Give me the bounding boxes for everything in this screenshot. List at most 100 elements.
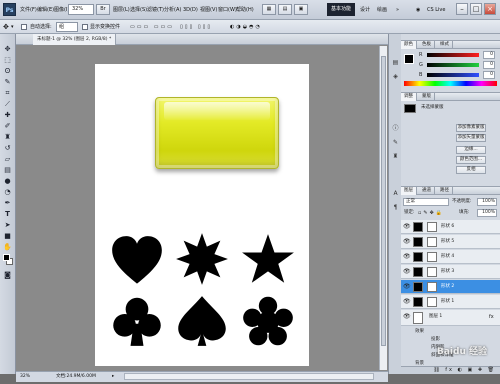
show-transform-checkbox[interactable] [82, 24, 88, 30]
tab-paths[interactable]: 路径 [437, 187, 453, 195]
vertical-scroll-thumb[interactable] [381, 56, 386, 346]
quick-select-tool-icon[interactable]: ✎ [2, 77, 13, 87]
menu-help[interactable]: 帮助(H) [236, 5, 254, 15]
tab-layers[interactable]: 图层 [401, 187, 417, 195]
workspace-design-link[interactable]: 设计 [360, 5, 370, 15]
auto-select-dropdown[interactable]: 组 [56, 22, 78, 32]
tab-swatches[interactable]: 色板 [419, 41, 435, 49]
layer-row-selected[interactable]: 👁 形状 2 [401, 280, 500, 294]
eye-icon[interactable]: 👁 [403, 283, 411, 290]
tool-preset-arrow-icon[interactable]: ▾ [11, 23, 14, 31]
3d-mode-buttons-icon[interactable]: ◐◑◒◓◔ [230, 23, 262, 31]
align-buttons-icon[interactable]: ▭▭▭ ▭▭▭ [130, 23, 174, 31]
menu-layer[interactable]: 图层(L) [113, 5, 130, 15]
menu-3d[interactable]: 3D(D) [183, 5, 198, 15]
layer-row[interactable]: 👁 形状 1 [401, 295, 500, 309]
hand-tool-icon[interactable]: ✋ [2, 242, 13, 252]
marquee-tool-icon[interactable]: ⬚ [2, 55, 13, 65]
menu-analysis[interactable]: 分析(A) [164, 5, 181, 15]
mask-edge-button[interactable]: 边缘... [456, 146, 486, 154]
pen-tool-icon[interactable]: ✒ [2, 198, 13, 208]
history-brush-tool-icon[interactable]: ↺ [2, 143, 13, 153]
color-spectrum-bar[interactable] [404, 81, 497, 86]
paragraph-panel-icon[interactable]: ¶ [391, 203, 400, 212]
menu-filter[interactable]: 滤镜(T) [147, 5, 164, 15]
brushes-panel-icon[interactable]: ✎ [391, 138, 400, 147]
tab-styles[interactable]: 样式 [437, 41, 453, 49]
blue-value-field[interactable]: 0 [483, 71, 495, 79]
layer-row[interactable]: 👁 形状 6 [401, 220, 500, 234]
lasso-tool-icon[interactable]: ʘ [2, 66, 13, 76]
eye-icon[interactable]: 👁 [403, 298, 411, 305]
eye-icon[interactable]: 👁 [403, 238, 411, 245]
workspace-painting-link[interactable]: 绘画 [377, 5, 387, 15]
info-panel-icon[interactable]: ⓘ [391, 124, 400, 133]
view-extras-icon[interactable]: ▦ [262, 4, 276, 15]
clone-stamp-tool-icon[interactable]: ♜ [2, 132, 13, 142]
zoom-level-field[interactable]: 32% [68, 4, 94, 15]
bridge-icon[interactable]: Br [96, 4, 110, 15]
workspace-essentials-button[interactable]: 基本功能 [327, 3, 355, 16]
menu-window[interactable]: 窗口(W) [218, 5, 237, 15]
green-slider[interactable] [427, 63, 479, 67]
menu-file[interactable]: 文件(F) [20, 5, 37, 15]
blend-mode-dropdown[interactable]: 正常 [403, 198, 449, 206]
move-tool-icon[interactable]: ✥ [3, 23, 9, 31]
eyedropper-tool-icon[interactable]: ⟋ [2, 99, 13, 109]
menu-edit[interactable]: 编辑(E) [37, 5, 54, 15]
eye-icon[interactable]: 👁 [403, 313, 411, 320]
navigator-panel-icon[interactable]: ◈ [391, 72, 400, 81]
layer-fx-icon[interactable]: fx [489, 313, 494, 321]
tab-channels[interactable]: 通道 [419, 187, 435, 195]
blur-tool-icon[interactable]: ● [2, 176, 13, 186]
foreground-color-swatch[interactable] [3, 254, 10, 261]
add-vector-mask-button[interactable]: 添加矢量蒙版 [456, 134, 486, 142]
close-button[interactable]: × [484, 3, 496, 15]
brush-tool-icon[interactable]: ✐ [2, 121, 13, 131]
healing-tool-icon[interactable]: ✚ [2, 110, 13, 120]
green-value-field[interactable]: 0 [483, 61, 495, 69]
invert-button[interactable]: 反相 [456, 166, 486, 174]
tab-masks[interactable]: 蒙版 [419, 93, 435, 101]
crop-tool-icon[interactable]: ⌗ [2, 88, 13, 98]
vertical-scrollbar[interactable] [379, 46, 387, 370]
screen-mode-icon[interactable]: ▣ [294, 4, 308, 15]
gradient-tool-icon[interactable]: ▤ [2, 165, 13, 175]
cs-live-label[interactable]: CS Live [427, 5, 445, 15]
auto-select-checkbox[interactable] [21, 24, 27, 30]
tab-adjustments[interactable]: 调整 [401, 93, 417, 101]
effect-drop-shadow[interactable]: 投影 [431, 336, 440, 343]
color-panel-foreground-swatch[interactable] [404, 54, 414, 64]
distribute-buttons-icon[interactable]: ▯▯▯ ▯▯▯ [180, 23, 212, 31]
status-zoom[interactable]: 32% [20, 373, 30, 381]
horizontal-scrollbar[interactable] [124, 373, 374, 380]
status-arrow-icon[interactable]: ▸ [112, 373, 114, 381]
clone-source-panel-icon[interactable]: ♜ [391, 152, 400, 161]
canvas[interactable] [95, 64, 309, 366]
history-panel-icon[interactable]: ▤ [391, 58, 400, 67]
eye-icon[interactable]: 👁 [403, 253, 411, 260]
tab-color[interactable]: 颜色 [401, 41, 417, 49]
layers-panel-footer-icons[interactable]: ⛓ fx ◐ ▣ ✚ 🗑 [401, 366, 500, 374]
eye-icon[interactable]: 👁 [403, 268, 411, 275]
lock-options-icon[interactable]: ▫✎✥🔒 [418, 209, 444, 217]
red-value-field[interactable]: 0 [483, 51, 495, 59]
fill-field[interactable]: 100% [477, 209, 497, 217]
workspace-more-icon[interactable]: » [396, 5, 399, 15]
type-tool-icon[interactable]: T [2, 209, 13, 219]
minimize-button[interactable]: – [456, 3, 468, 15]
move-tool-icon[interactable]: ✥ [2, 44, 13, 54]
color-range-button[interactable]: 颜色范围... [456, 156, 486, 164]
menu-select[interactable]: 选择(S) [130, 5, 147, 15]
quick-mask-icon[interactable]: ◙ [2, 270, 13, 280]
arrange-documents-icon[interactable]: ▤ [278, 4, 292, 15]
character-panel-icon[interactable]: A [391, 189, 400, 198]
dodge-tool-icon[interactable]: ◔ [2, 187, 13, 197]
red-slider[interactable] [427, 53, 479, 57]
opacity-field[interactable]: 100% [477, 198, 497, 206]
path-select-tool-icon[interactable]: ➤ [2, 220, 13, 230]
add-pixel-mask-button[interactable]: 添加像素蒙版 [456, 124, 486, 132]
layer-row[interactable]: 👁 形状 4 [401, 250, 500, 264]
layer-row[interactable]: 👁 形状 3 [401, 265, 500, 279]
cs-live-icon[interactable]: ◉ [416, 5, 420, 15]
